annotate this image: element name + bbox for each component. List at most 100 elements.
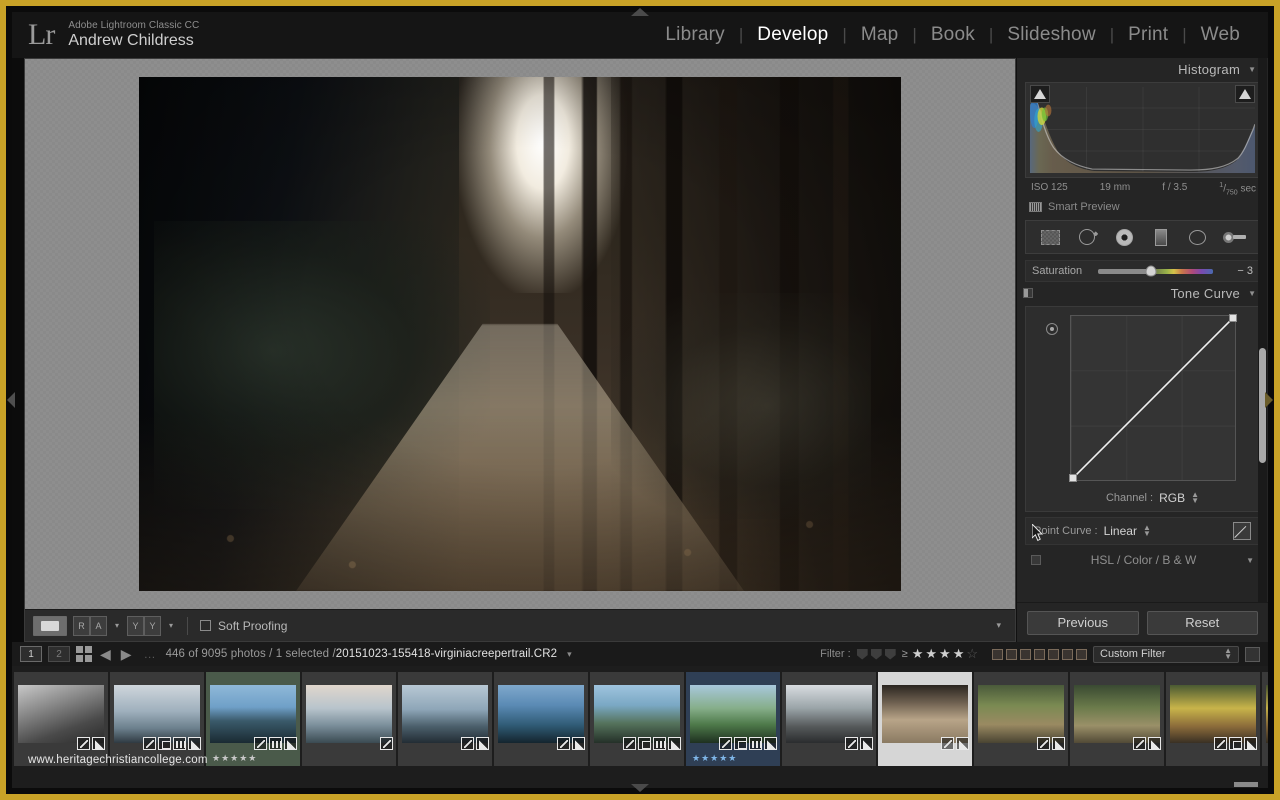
color-label-purple[interactable]: [1048, 648, 1059, 660]
thumb-7[interactable]: [590, 672, 684, 766]
develop-badge-icon[interactable]: [1244, 737, 1257, 750]
saturation-value[interactable]: − 3: [1213, 265, 1253, 277]
thumb-4[interactable]: [302, 672, 396, 766]
thumb-rating[interactable]: ★★★★★: [212, 753, 257, 764]
go-back-arrow-icon[interactable]: ◀: [98, 646, 113, 663]
highlight-clipping-indicator[interactable]: [1235, 85, 1255, 103]
channel-value[interactable]: RGB: [1159, 491, 1185, 505]
crop-overlay-tool[interactable]: [1037, 226, 1063, 248]
crop-badge-icon[interactable]: [158, 737, 171, 750]
point-curve-edit-button[interactable]: [1233, 522, 1251, 541]
thumb-13[interactable]: [1166, 672, 1260, 766]
module-book[interactable]: Book: [917, 24, 989, 46]
keyword-badge-icon[interactable]: [380, 737, 393, 750]
thumb-3[interactable]: ★★★★★: [206, 672, 300, 766]
filter-lock-button[interactable]: [1245, 646, 1260, 662]
go-forward-arrow-icon[interactable]: ▶: [119, 646, 134, 663]
color-label-green[interactable]: [1020, 648, 1031, 660]
tone-curve-white-point-node[interactable]: [1228, 314, 1237, 323]
thumb-rating[interactable]: ★★★★★: [692, 753, 737, 764]
radial-filter-tool[interactable]: [1185, 226, 1211, 248]
star-filter-1[interactable]: ★: [912, 646, 924, 662]
point-curve-value[interactable]: Linear: [1104, 524, 1137, 538]
keyword-badge-icon[interactable]: [254, 737, 267, 750]
tone-curve-black-point-node[interactable]: [1068, 474, 1077, 483]
color-label-red[interactable]: [992, 648, 1003, 660]
histogram-panel-header[interactable]: Histogram ▼: [1017, 58, 1268, 80]
keyword-badge-icon[interactable]: [1214, 737, 1227, 750]
soft-proofing-toggle[interactable]: Soft Proofing: [200, 619, 287, 633]
keyword-badge-icon[interactable]: [941, 737, 954, 750]
adjustment-brush-tool[interactable]: [1222, 226, 1248, 248]
hsl-panel-header[interactable]: HSL / Color / B & W ▼: [1025, 551, 1260, 569]
module-map[interactable]: Map: [847, 24, 913, 46]
screen-2-button[interactable]: 2: [48, 646, 70, 662]
flag-filter-group[interactable]: [856, 648, 896, 660]
flag-unflagged-icon[interactable]: [870, 648, 882, 660]
crop-badge-icon[interactable]: [638, 737, 651, 750]
custom-filter-stepper-icon[interactable]: ▲ ▼: [1224, 646, 1232, 660]
filename-caret-icon[interactable]: ▾: [567, 649, 572, 660]
shadow-clipping-indicator[interactable]: [1030, 85, 1050, 103]
develop-badge-icon[interactable]: [668, 737, 681, 750]
thumb-1[interactable]: [14, 672, 108, 766]
right-panel-scrollbar[interactable]: [1258, 58, 1267, 602]
thumb-10[interactable]: [878, 672, 972, 766]
thumb-11[interactable]: [974, 672, 1068, 766]
develop-badge-icon[interactable]: [92, 737, 105, 750]
toolbar-options-caret-icon[interactable]: ▾: [996, 620, 1007, 631]
flag-rejected-icon[interactable]: [884, 648, 896, 660]
graduated-filter-tool[interactable]: [1148, 226, 1174, 248]
chevron-down-icon[interactable]: ▼: [1246, 556, 1254, 565]
saturation-knob[interactable]: [1145, 265, 1157, 277]
develop-badge-icon[interactable]: [1052, 737, 1065, 750]
thumb-9[interactable]: [782, 672, 876, 766]
source-dots[interactable]: …: [140, 647, 160, 661]
develop-badge-icon[interactable]: [572, 737, 585, 750]
color-label-none[interactable]: [1062, 648, 1073, 660]
metadata-badge-icon[interactable]: [173, 737, 186, 750]
tone-curve-panel-header[interactable]: Tone Curve ▼: [1017, 282, 1268, 305]
color-label-yellow[interactable]: [1006, 648, 1017, 660]
split-view-button[interactable]: Y Y: [127, 615, 162, 636]
rating-operator[interactable]: ≥: [902, 648, 908, 660]
star-filter-5[interactable]: ☆: [966, 646, 978, 662]
metadata-badge-icon[interactable]: [749, 737, 762, 750]
chevron-down-icon[interactable]: ▼: [1248, 65, 1256, 74]
saturation-track[interactable]: [1098, 265, 1213, 277]
left-panel-collapse-arrow[interactable]: [7, 392, 15, 408]
crop-badge-icon[interactable]: [1229, 737, 1242, 750]
star-filter-3[interactable]: ★: [939, 646, 951, 662]
right-panel-collapse-arrow[interactable]: [1265, 392, 1273, 408]
bottom-panel-collapse-arrow[interactable]: [631, 784, 649, 792]
channel-stepper-icon[interactable]: ▲ ▼: [1191, 491, 1199, 505]
develop-badge-icon[interactable]: [188, 737, 201, 750]
develop-badge-icon[interactable]: [956, 737, 969, 750]
develop-badge-icon[interactable]: [476, 737, 489, 750]
crop-badge-icon[interactable]: [734, 737, 747, 750]
keyword-badge-icon[interactable]: [1133, 737, 1146, 750]
before-after-button[interactable]: R A: [73, 615, 107, 636]
grid-view-icon[interactable]: [76, 646, 92, 662]
thumb-5[interactable]: [398, 672, 492, 766]
hsl-enable-switch[interactable]: [1031, 555, 1041, 566]
tone-curve-enable-switch[interactable]: [1023, 288, 1033, 299]
custom-filter-dropdown[interactable]: Custom Filter ▲ ▼: [1093, 645, 1239, 663]
loupe-canvas[interactable]: [25, 59, 1015, 609]
develop-badge-icon[interactable]: [764, 737, 777, 750]
module-library[interactable]: Library: [651, 24, 738, 46]
saturation-slider-row[interactable]: Saturation − 3: [1025, 260, 1260, 283]
tone-curve-graph[interactable]: [1068, 314, 1237, 483]
module-slideshow[interactable]: Slideshow: [993, 24, 1109, 46]
reset-button[interactable]: Reset: [1146, 610, 1258, 635]
top-panel-collapse-arrow[interactable]: [631, 8, 649, 16]
soft-proofing-checkbox[interactable]: [200, 620, 212, 631]
keyword-badge-icon[interactable]: [719, 737, 732, 750]
rating-filter-group[interactable]: ≥ ★ ★ ★ ★ ☆: [902, 646, 978, 662]
metadata-badge-icon[interactable]: [653, 737, 666, 750]
flag-picked-icon[interactable]: [856, 648, 868, 660]
red-eye-correction-tool[interactable]: [1111, 226, 1137, 248]
develop-badge-icon[interactable]: [1148, 737, 1161, 750]
loupe-view-button[interactable]: [33, 615, 67, 636]
smart-preview-status[interactable]: Smart Preview: [1017, 196, 1268, 217]
